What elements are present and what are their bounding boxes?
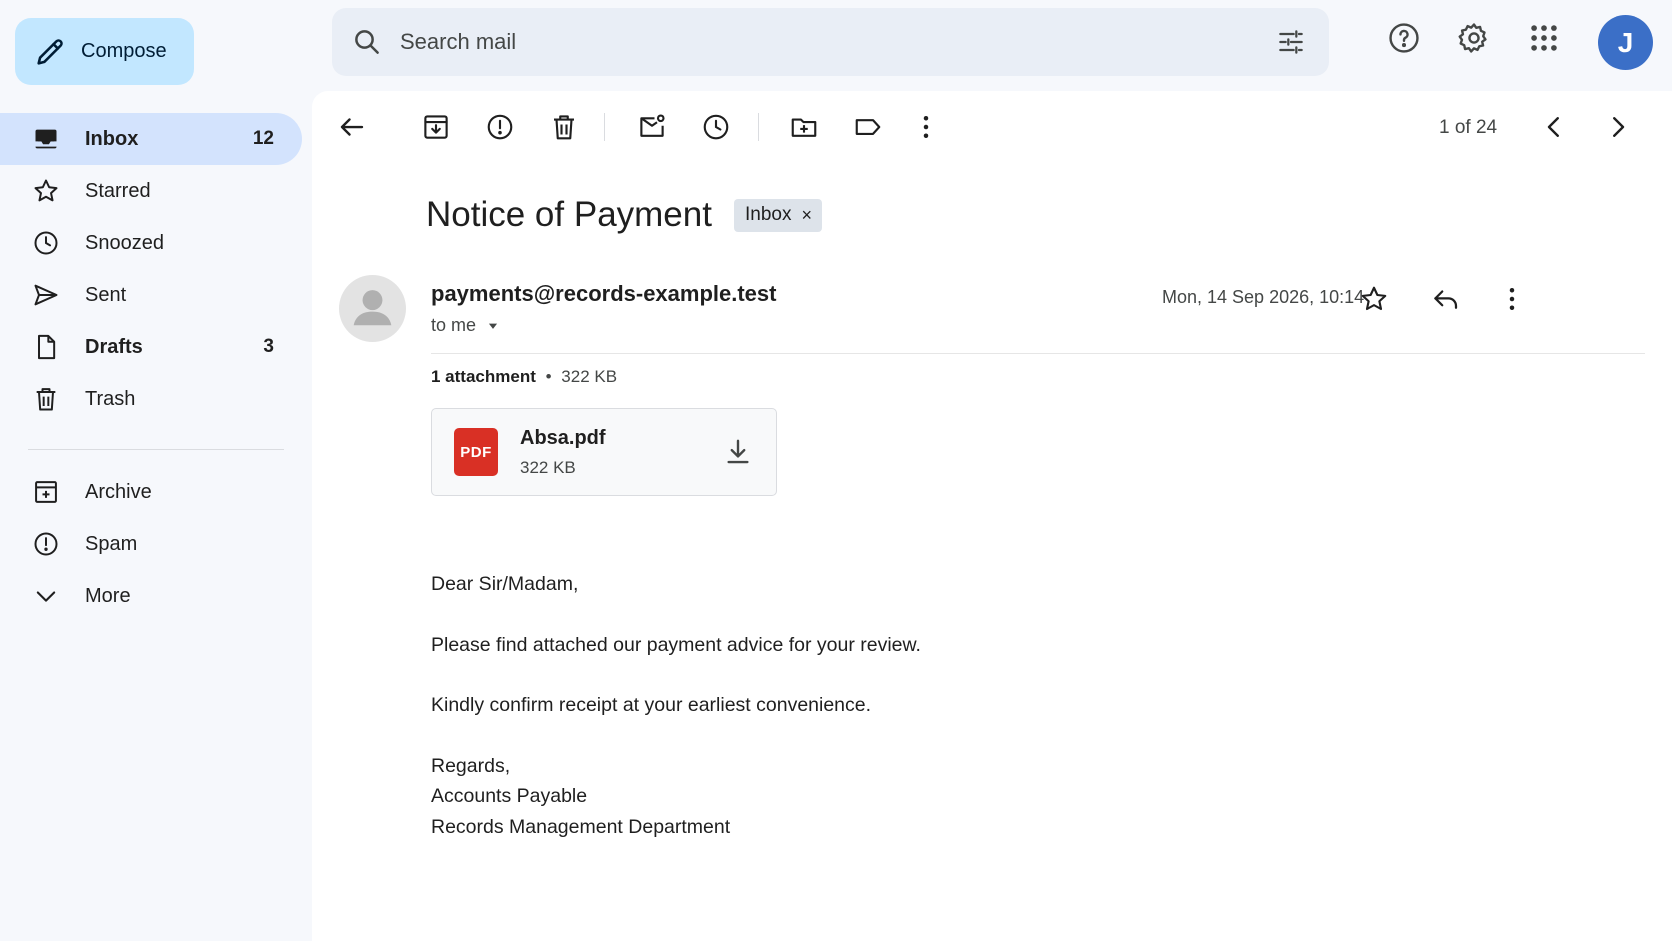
attachment-total-size: 322 KB (561, 367, 618, 386)
header-divider (431, 353, 1645, 354)
gear-icon[interactable] (1450, 14, 1498, 62)
download-icon[interactable] (718, 432, 758, 472)
clock-icon (32, 229, 60, 257)
attachment-name: Absa.pdf (520, 426, 606, 449)
signature-line: Regards, (431, 754, 511, 777)
pdf-file-icon: PDF (454, 428, 498, 476)
sidebar-item-more[interactable]: More (0, 570, 302, 622)
signature-line: Accounts Payable (431, 785, 588, 807)
sidebar-item-label: Archive (85, 480, 152, 503)
search-input[interactable] (400, 29, 1275, 55)
subject-row: Notice of Payment Inbox × (426, 195, 822, 235)
spam-icon (32, 530, 60, 558)
chevron-down-icon (32, 582, 60, 610)
compose-label: Compose (81, 40, 167, 62)
body-greeting: Dear Sir/Madam, (431, 573, 579, 595)
sidebar-item-snoozed[interactable]: Snoozed (0, 217, 302, 269)
account-avatar[interactable]: J (1598, 15, 1653, 70)
attachment-summary: 1 attachment • 322 KB (431, 367, 617, 387)
sidebar-item-label: Starred (85, 179, 151, 202)
sidebar-item-label: Sent (85, 283, 127, 306)
remove-label-button[interactable]: × (801, 205, 812, 226)
sidebar-nav: Inbox 12 Starred Snoozed Sent Drafts 3 T… (0, 113, 312, 622)
sidebar-item-trash[interactable]: Trash (0, 373, 302, 425)
snooze-icon[interactable] (698, 109, 734, 145)
message-view: 1 of 24 Notice of Payment Inbox × paymen… (312, 91, 1672, 941)
sidebar-item-label: More (85, 584, 131, 607)
mark-unread-icon[interactable] (634, 109, 670, 145)
sidebar-divider (28, 449, 284, 450)
trash-icon (32, 385, 60, 413)
label-icon[interactable] (850, 109, 886, 145)
toolbar-divider (604, 113, 605, 141)
chevron-left-icon[interactable] (1536, 109, 1572, 145)
sidebar-item-label: Trash (85, 387, 136, 410)
attachment-separator: • (545, 367, 552, 386)
back-arrow-icon[interactable] (334, 109, 370, 145)
email-body: Dear Sir/Madam, Please find attached our… (431, 569, 921, 842)
sidebar-item-archive[interactable]: Archive (0, 466, 302, 518)
sidebar-item-label: Spam (85, 532, 138, 555)
search-icon[interactable] (352, 27, 382, 57)
delete-icon[interactable] (546, 109, 582, 145)
sender-email[interactable]: payments@records-example.test (431, 281, 776, 307)
email-subject: Notice of Payment (426, 195, 712, 234)
body-paragraph: Please find attached our payment advice … (431, 633, 921, 656)
reply-icon[interactable] (1428, 281, 1464, 317)
body-paragraph: Kindly confirm receipt at your earliest … (431, 694, 872, 716)
sidebar-item-sent[interactable]: Sent (0, 269, 302, 321)
attachment-info: Absa.pdf 322 KB (520, 427, 718, 478)
send-icon (32, 281, 60, 309)
person-icon (353, 290, 392, 326)
signature-line: Records Management Department (431, 815, 731, 838)
unread-count: 12 (252, 128, 274, 149)
star-icon[interactable] (1356, 281, 1392, 317)
compose-button[interactable]: Compose (15, 18, 194, 85)
attachment-card[interactable]: PDF Absa.pdf 322 KB (431, 408, 777, 496)
sidebar: Compose Inbox 12 Starred Snoozed Sent Dr… (0, 0, 312, 941)
label-chip-text: Inbox (744, 204, 792, 225)
sidebar-item-drafts[interactable]: Drafts 3 (0, 321, 302, 373)
draft-icon (32, 333, 60, 361)
inbox-label-chip[interactable]: Inbox × (733, 198, 822, 232)
search-bar (332, 8, 1329, 76)
pencil-icon (37, 38, 63, 65)
more-vert-icon[interactable] (908, 109, 944, 145)
sidebar-item-inbox[interactable]: Inbox 12 (0, 113, 302, 165)
sender-avatar (339, 275, 406, 342)
email-date: Mon, 14 Sep 2026, 10:14 (1162, 287, 1365, 307)
chevron-right-icon[interactable] (1600, 109, 1636, 145)
toolbar-divider (758, 113, 759, 141)
sidebar-item-label: Inbox (85, 127, 139, 150)
caret-down-icon (488, 323, 498, 329)
archive-icon[interactable] (418, 109, 454, 145)
recipient-details[interactable]: to me (431, 315, 500, 336)
help-icon[interactable] (1380, 14, 1428, 62)
header-actions (1380, 14, 1590, 62)
sidebar-item-spam[interactable]: Spam (0, 518, 302, 570)
filter-options-icon[interactable] (1275, 26, 1307, 58)
more-vert-icon[interactable] (1494, 281, 1530, 317)
move-to-icon[interactable] (786, 109, 822, 145)
sidebar-item-starred[interactable]: Starred (0, 165, 302, 217)
inbox-icon (32, 125, 60, 153)
archive-icon (32, 478, 60, 506)
attachment-count: 1 attachment (431, 367, 536, 386)
pagination-status: 1 of 24 (1439, 117, 1498, 138)
message-toolbar: 1 of 24 (312, 91, 1672, 165)
star-icon (32, 177, 60, 205)
report-spam-icon[interactable] (482, 109, 518, 145)
draft-count: 3 (263, 336, 274, 357)
recipient-text: to me (431, 315, 477, 335)
apps-grid-icon[interactable] (1520, 14, 1568, 62)
sidebar-item-label: Snoozed (85, 231, 164, 254)
sidebar-item-label: Drafts (85, 335, 143, 358)
attachment-size: 322 KB (520, 457, 576, 477)
